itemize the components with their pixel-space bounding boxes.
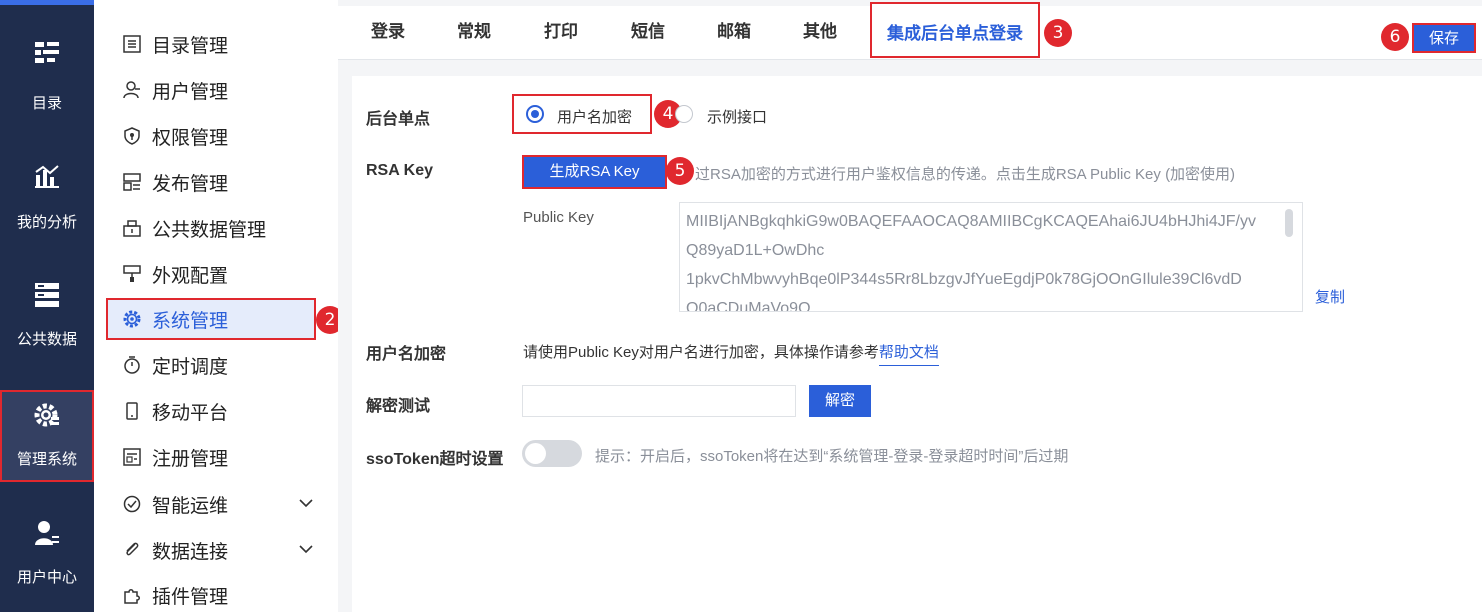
menu-label: 插件管理 <box>152 586 229 608</box>
nav-item-admin[interactable]: 管理系统 <box>0 390 94 482</box>
nav-item-user-center[interactable]: 用户中心 <box>0 520 94 612</box>
nav-label: 公共数据 <box>16 331 77 348</box>
menu-item-system[interactable]: 系统管理 <box>106 298 316 340</box>
username-enc-label: 用户名加密 <box>366 346 447 363</box>
menu-label: 权限管理 <box>152 127 229 149</box>
chevron-down-icon[interactable] <box>298 541 314 557</box>
username-radio[interactable] <box>526 105 544 123</box>
tab-print[interactable]: 打印 <box>531 6 591 60</box>
register-icon <box>122 447 142 467</box>
user-icon <box>122 80 142 100</box>
nav-label: 目录 <box>31 95 62 112</box>
decrypt-button[interactable]: 解密 <box>809 385 871 417</box>
nav-item-catalog[interactable]: 目录 <box>0 40 94 158</box>
menu-label: 移动平台 <box>152 402 229 424</box>
sso-settings-panel: 后台单点 用户名加密 4 示例接口 RSA Key 生成RSA Key 5 过R… <box>352 76 1482 612</box>
nav-label: 我的分析 <box>16 214 77 231</box>
scrollbar[interactable] <box>1285 209 1293 237</box>
nav-item-public-data[interactable]: 公共数据 <box>0 282 94 400</box>
publish-icon <box>122 172 142 192</box>
shield-icon <box>122 126 142 146</box>
menu-label: 数据连接 <box>152 541 229 563</box>
mobile-icon <box>122 401 142 421</box>
catalog-icon <box>35 42 59 63</box>
public-key-textarea[interactable]: MIIBIjANBgkqhkiG9w0BAQEFAAOCAQ8AMIIBCgKC… <box>679 202 1303 312</box>
menu-label: 目录管理 <box>152 35 229 57</box>
nav-label: 管理系统 <box>16 451 77 468</box>
sso-mode-label: 后台单点 <box>366 111 431 128</box>
admin-submenu: 目录管理 用户管理 权限管理 发布管理 公共数据管理 外观配置 系统管理 定时调… <box>94 0 344 612</box>
public-key-label: Public Key <box>523 209 594 226</box>
menu-label: 公共数据管理 <box>152 219 267 241</box>
step-badge: 6 <box>1381 23 1409 51</box>
copy-link[interactable]: 复制 <box>1315 286 1345 307</box>
ops-icon <box>122 494 142 514</box>
tab-sms[interactable]: 短信 <box>618 6 678 60</box>
menu-label: 用户管理 <box>152 81 229 103</box>
rsa-key-label: RSA Key <box>366 162 433 179</box>
example-option-label[interactable]: 示例接口 <box>707 106 767 127</box>
step-badge: 5 <box>666 157 694 185</box>
tab-general[interactable]: 常规 <box>444 6 504 60</box>
public-key-line: Q89yaD1L+OwDhc <box>686 242 825 259</box>
list-icon <box>122 34 142 54</box>
settings-icon <box>122 309 142 329</box>
settings-tabs: 登录 常规 打印 短信 邮箱 其他 集成后台单点登录 3 6 保存 <box>338 2 1482 60</box>
main-content: 登录 常规 打印 短信 邮箱 其他 集成后台单点登录 3 6 保存 后台单点 用… <box>338 0 1482 612</box>
menu-label: 发布管理 <box>152 173 229 195</box>
public-key-line: MIIBIjANBgkqhkiG9w0BAQEFAAOCAQ8AMIIBCgKC… <box>686 213 1256 230</box>
decrypt-input[interactable] <box>522 385 796 417</box>
plugin-icon <box>122 585 142 605</box>
user-center-icon <box>35 521 59 545</box>
menu-item-data-connection[interactable]: 数据连接 <box>108 529 318 571</box>
username-option-label[interactable]: 用户名加密 <box>557 106 632 127</box>
example-radio[interactable] <box>675 105 693 123</box>
tab-sso[interactable]: 集成后台单点登录 <box>870 2 1040 58</box>
public-data-icon <box>35 283 59 307</box>
public-key-line: Q0aCDuMaVo9Q <box>686 300 811 312</box>
main-nav: 目录 我的分析 公共数据 管理系统 用户中心 <box>0 0 126 612</box>
sso-token-timeout-hint: 提示：开启后，ssoToken将在达到“系统管理-登录-登录超时时间”后过期 <box>595 448 1069 465</box>
tab-other[interactable]: 其他 <box>790 6 850 60</box>
timer-icon <box>122 355 142 375</box>
menu-item-ops[interactable]: 智能运维 <box>108 483 318 525</box>
sso-token-timeout-toggle[interactable] <box>522 440 582 467</box>
tab-mail[interactable]: 邮箱 <box>704 6 764 60</box>
menu-label: 外观配置 <box>152 265 229 287</box>
nav-top-accent <box>0 0 94 5</box>
sso-token-timeout-label: ssoToken超时设置 <box>366 451 504 468</box>
generate-rsa-button[interactable]: 生成RSA Key <box>522 155 667 189</box>
menu-label: 定时调度 <box>152 356 229 378</box>
analysis-icon <box>35 165 59 188</box>
tab-login[interactable]: 登录 <box>358 6 418 60</box>
menu-label: 注册管理 <box>152 448 229 470</box>
decrypt-test-label: 解密测试 <box>366 398 431 415</box>
help-doc-link[interactable]: 帮助文档 <box>878 344 939 366</box>
username-enc-desc: 请使用Public Key对用户名进行加密，具体操作请参考 <box>523 344 879 361</box>
chevron-down-icon[interactable] <box>298 495 314 511</box>
nav-item-analysis[interactable]: 我的分析 <box>0 163 94 281</box>
username-enc-text: 请使用Public Key对用户名进行加密，具体操作请参考帮助文档 <box>523 341 939 366</box>
step-badge: 3 <box>1044 19 1072 47</box>
nav-label: 用户中心 <box>16 569 77 586</box>
box-icon <box>122 218 142 238</box>
rsa-hint: 过RSA加密的方式进行用户鉴权信息的传递。点击生成RSA Public Key … <box>695 166 1236 183</box>
menu-label: 系统管理 <box>152 310 229 332</box>
menu-label: 智能运维 <box>152 495 229 517</box>
link-icon <box>122 540 142 560</box>
save-button[interactable]: 保存 <box>1412 23 1476 53</box>
brush-icon <box>122 264 142 284</box>
gear-icon <box>34 403 59 427</box>
public-key-line: 1pkvChMbwvyhBqe0lP344s5Rr8LbzgvJfYueEgdj… <box>686 271 1242 288</box>
